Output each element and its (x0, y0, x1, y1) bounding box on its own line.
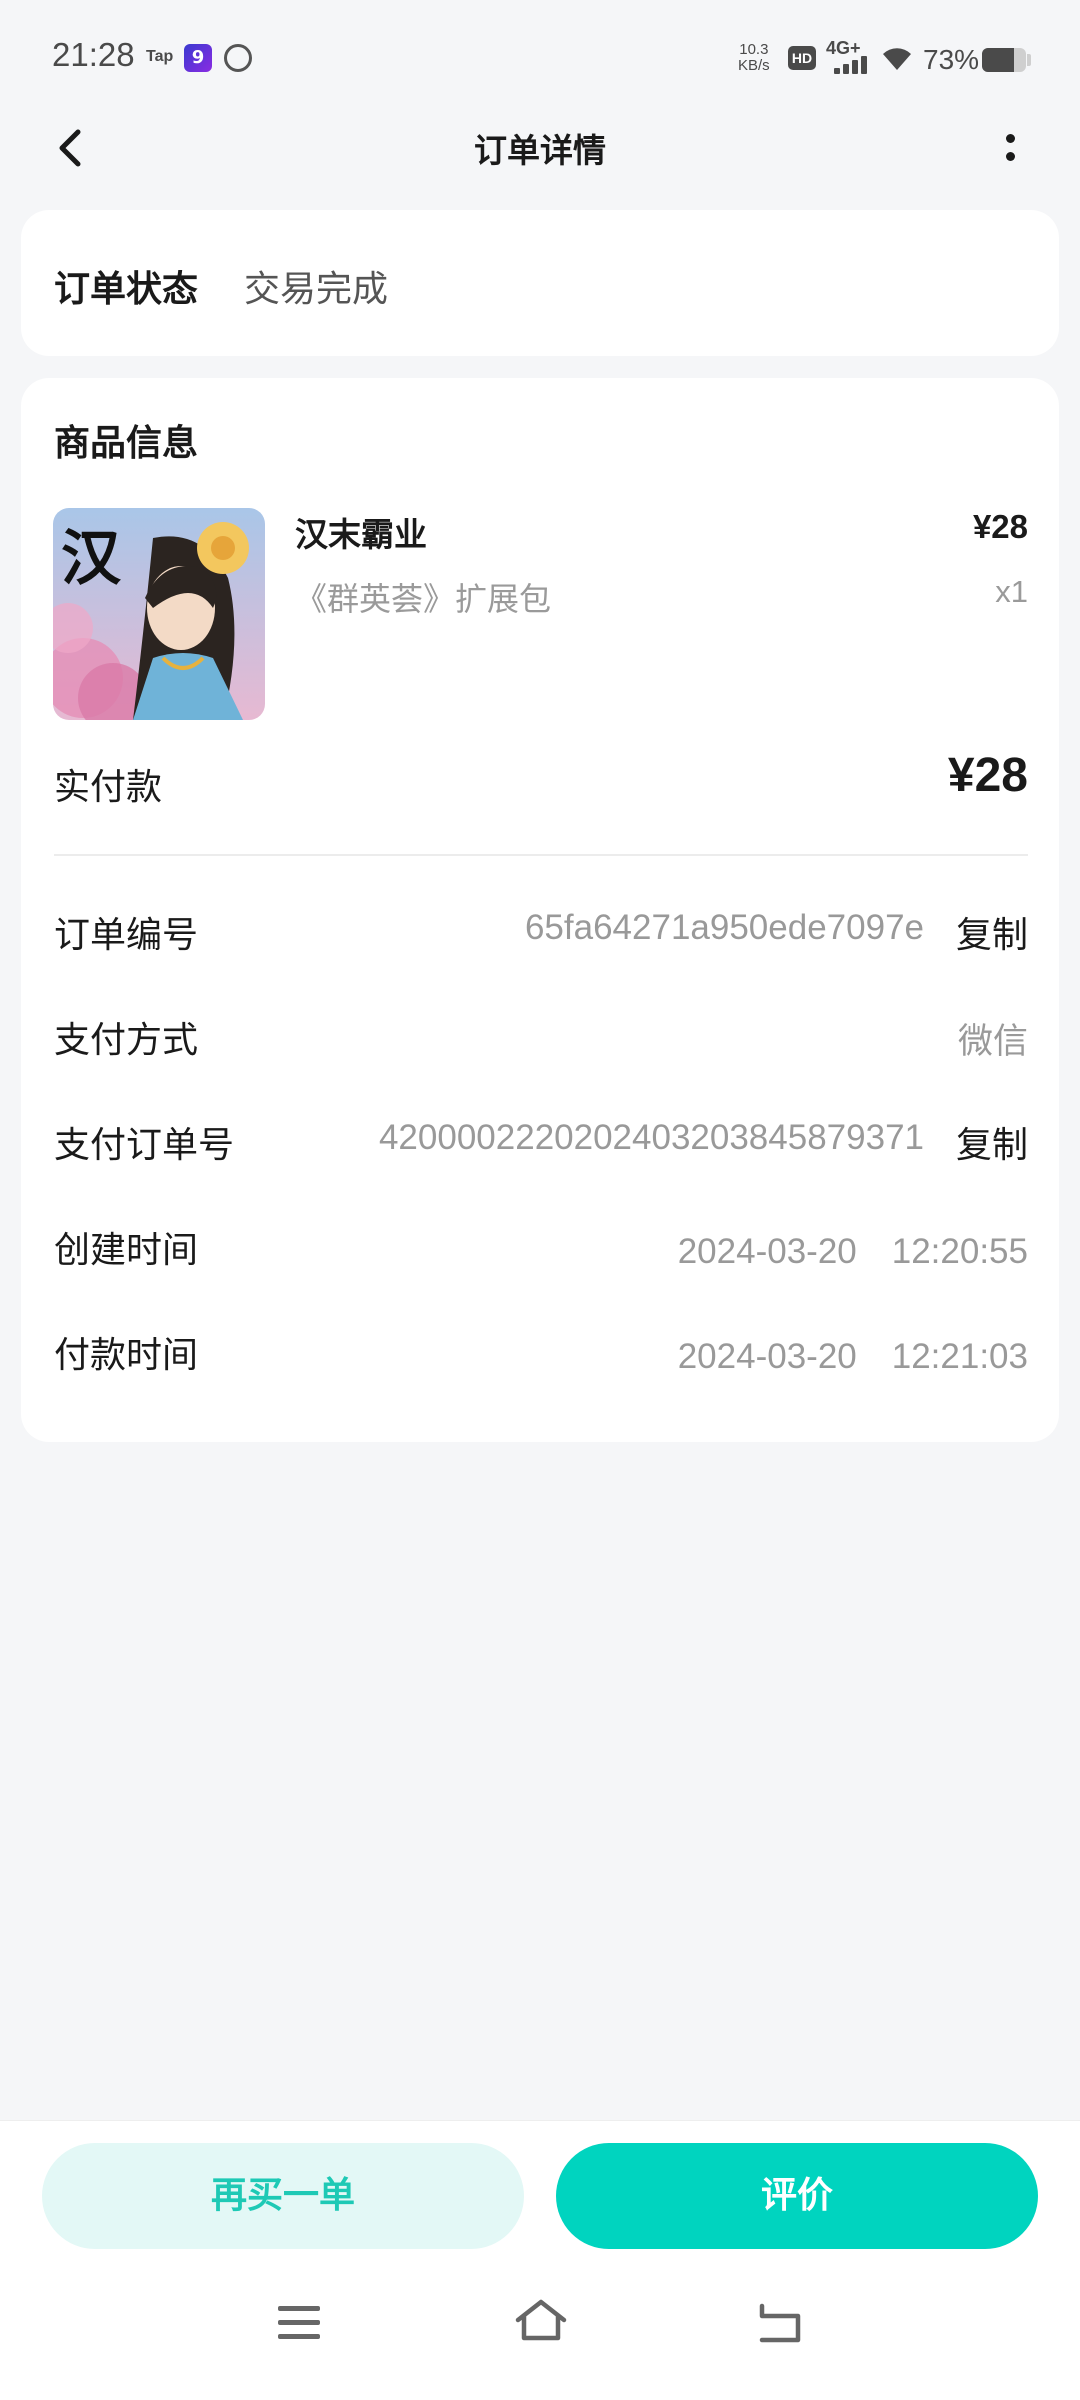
hd-icon: HD (788, 46, 816, 70)
notification-circle-icon (224, 44, 252, 72)
product-info-card: 商品信息 汉 汉末霸业 ¥28 《群英荟》扩展包 x1 实付款 ¥28 订单编号… (21, 378, 1059, 1442)
status-time: 21:28 (52, 36, 135, 73)
notification-app-icon: 9 (184, 44, 212, 72)
created-time-row: 创建时间 2024-03-20 12:20:55 (54, 1213, 1028, 1273)
order-number-label: 订单编号 (54, 915, 199, 956)
battery-tip (1027, 54, 1031, 66)
status-bar: 21:28 Tap 9 10.3 KB/s HD 4G+ 73% (0, 0, 1080, 116)
paid-amount-label: 实付款 (54, 767, 163, 808)
battery-percent: 73% (923, 44, 980, 75)
nav-back-icon[interactable] (756, 2300, 806, 2344)
order-number-row: 订单编号 65fa64271a950ede7097e 复制 (54, 898, 1028, 958)
rebuy-button[interactable]: 再买一单 (42, 2143, 524, 2249)
copy-payment-order-number-button[interactable]: 复制 (956, 1116, 1028, 1168)
wifi-icon (883, 48, 911, 70)
payment-order-number-label: 支付订单号 (54, 1125, 235, 1166)
divider (54, 854, 1028, 856)
network-speed-unit: KB/s (738, 57, 770, 74)
order-number-value: 65fa64271a950ede7097e (524, 908, 924, 947)
bottom-action-bar: 再买一单 评价 (0, 2120, 1080, 2400)
payment-method-value: 微信 (957, 1022, 1028, 1062)
tap-app-icon: Tap (146, 48, 174, 65)
payment-order-number-value: 4200002220202403203845879371 (378, 1118, 924, 1157)
network-speed: 10.3 KB/s (738, 42, 770, 74)
payment-method-row: 支付方式 微信 (54, 1003, 1028, 1063)
page-title: 订单详情 (474, 131, 606, 170)
more-dot-icon (1006, 152, 1015, 161)
section-title: 商品信息 (54, 423, 199, 464)
network-speed-value: 10.3 (739, 41, 769, 58)
signal-icon (834, 56, 870, 74)
product-name[interactable]: 汉末霸业 (295, 508, 427, 556)
paid-amount-value: ¥28 (947, 749, 1028, 802)
app-header: 订单详情 (0, 104, 1080, 192)
paid-time-row: 付款时间 2024-03-20 12:21:03 (54, 1318, 1028, 1378)
order-status-label: 订单状态 (54, 269, 199, 310)
product-quantity: x1 (995, 574, 1028, 609)
payment-method-label: 支付方式 (54, 1020, 199, 1061)
product-price: ¥28 (972, 508, 1028, 545)
nav-menu-icon[interactable] (278, 2306, 324, 2342)
copy-order-number-button[interactable]: 复制 (956, 906, 1028, 958)
product-description: 《群英荟》扩展包 (295, 580, 552, 618)
product-thumbnail[interactable]: 汉 (53, 508, 265, 720)
order-status-value: 交易完成 (244, 269, 389, 310)
battery-icon (982, 48, 1026, 72)
product-thumb-char: 汉 (61, 524, 121, 594)
paid-time-label: 付款时间 (54, 1335, 199, 1376)
more-options-button[interactable] (990, 126, 1030, 170)
more-dot-icon (1006, 134, 1015, 143)
created-time-value: 2024-03-20 12:20:55 (677, 1232, 1028, 1271)
battery-fill (982, 48, 1015, 72)
order-status-card: 订单状态 交易完成 (21, 210, 1059, 356)
paid-time-value: 2024-03-20 12:21:03 (677, 1337, 1028, 1376)
payment-order-number-row: 支付订单号 4200002220202403203845879371 复制 (54, 1108, 1028, 1168)
nav-home-icon[interactable] (514, 2298, 568, 2344)
review-button[interactable]: 评价 (556, 2143, 1038, 2249)
created-time-label: 创建时间 (54, 1230, 199, 1271)
